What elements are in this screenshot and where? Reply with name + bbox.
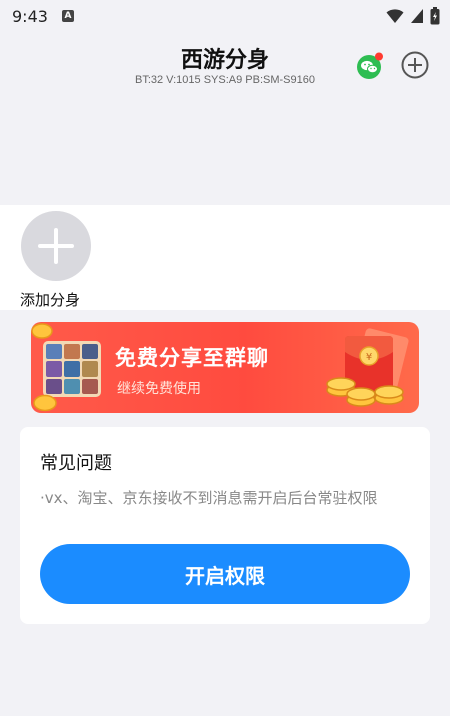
share-banner[interactable]: 免费分享至群聊 继续免费使用 ¥ [31, 322, 419, 413]
coin-icon [31, 323, 53, 339]
circle-plus-icon[interactable] [400, 50, 430, 80]
add-clone-label: 添加分身 [20, 291, 81, 309]
clone-list: 添加分身 [0, 205, 450, 310]
add-clone-button[interactable] [21, 211, 91, 281]
status-time: 9:43 [12, 6, 48, 26]
notification-a-icon: A [61, 10, 74, 22]
enable-permission-button[interactable]: 开启权限 [40, 544, 410, 604]
wifi-icon [386, 9, 404, 23]
battery-icon [430, 7, 440, 25]
faq-title: 常见问题 [40, 453, 112, 474]
app-header: 西游分身 BT:32 V:1015 SYS:A9 PB:SM-S9160 [0, 32, 450, 92]
game-thumbnails [43, 341, 101, 397]
coin-icon [33, 394, 57, 412]
status-bar: 9:43 A [0, 0, 450, 32]
banner-subtitle: 继续免费使用 [117, 381, 201, 397]
faq-card: 常见问题 ·vx、淘宝、京东接收不到消息需开启后台常驻权限 开启权限 [20, 427, 430, 624]
signal-icon [411, 9, 423, 23]
red-envelope-icon: ¥ [326, 328, 409, 407]
status-icons [386, 7, 440, 25]
banner-title: 免费分享至群聊 [115, 346, 269, 370]
wechat-icon[interactable] [356, 52, 384, 80]
svg-text:¥: ¥ [366, 352, 372, 363]
faq-text: ·vx、淘宝、京东接收不到消息需开启后台常驻权限 [40, 489, 378, 507]
